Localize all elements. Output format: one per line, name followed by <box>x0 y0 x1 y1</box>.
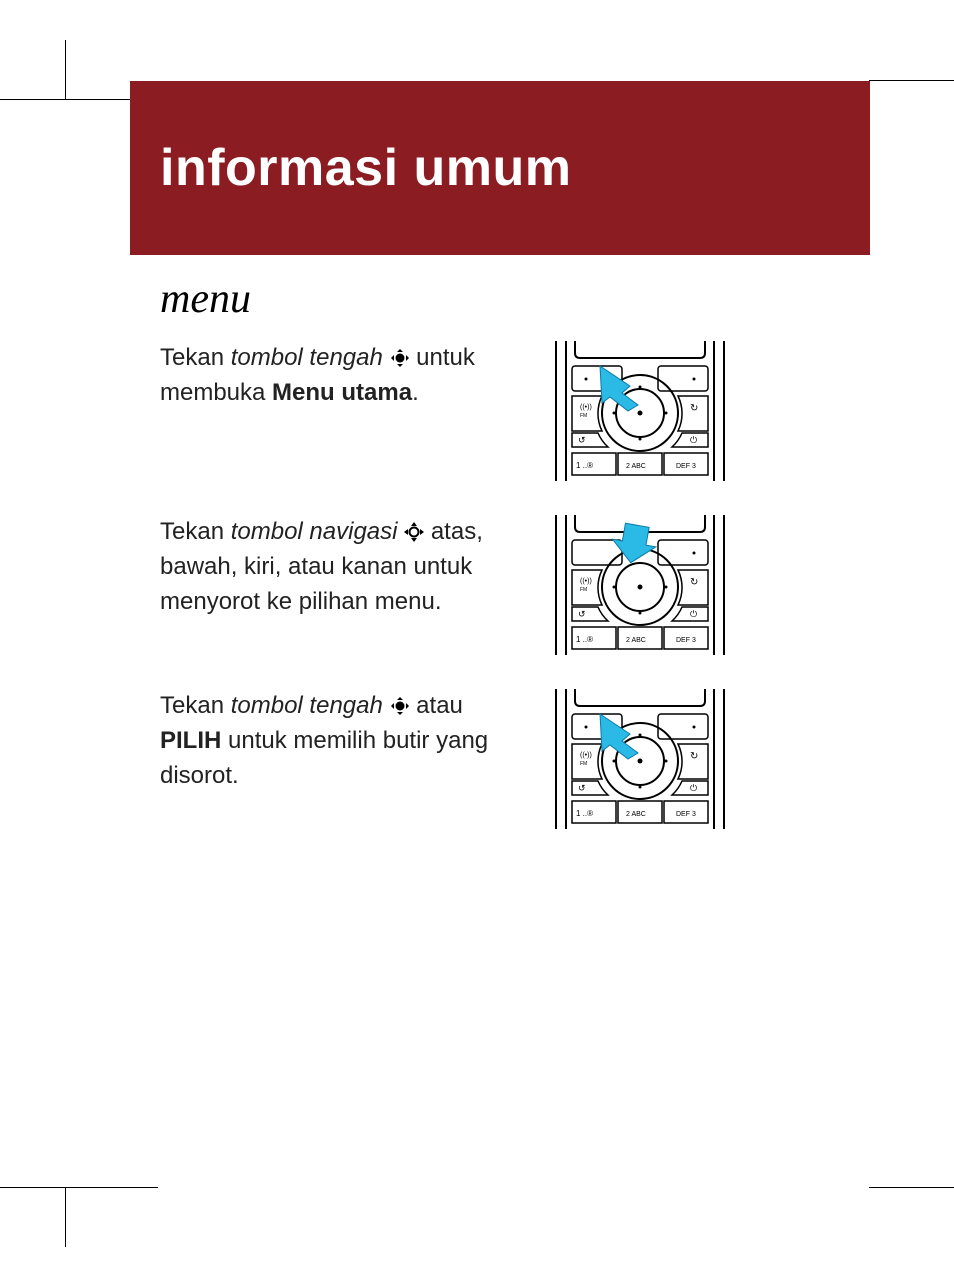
text: Tekan <box>160 344 231 371</box>
text: . <box>412 379 419 406</box>
button-name: tombol navigasi <box>231 518 398 545</box>
svg-text:⏻: ⏻ <box>690 609 697 619</box>
fm-label: FM <box>580 413 587 419</box>
svg-text:2 ABC: 2 ABC <box>626 811 646 818</box>
instruction-row: Tekan tombol navigasi atas, bawah, kiri,… <box>160 515 840 655</box>
key-1: 1 ..® <box>576 461 593 470</box>
svg-text:⏻: ⏻ <box>690 435 697 445</box>
svg-text:1 ..®: 1 ..® <box>576 809 593 818</box>
crop-mark <box>0 1187 158 1188</box>
crop-mark <box>869 80 954 81</box>
svg-text:FM: FM <box>580 587 587 593</box>
svg-text:↺: ↺ <box>578 609 586 619</box>
phone-figure: ((•)) FM ↻ ↺ ⏻ 1 ..® 2 ABC DEF 3 <box>550 341 730 481</box>
svg-text:2 ABC: 2 ABC <box>626 637 646 644</box>
svg-text:1 ..®: 1 ..® <box>576 635 593 644</box>
key-2: 2 ABC <box>626 463 646 470</box>
text: Tekan <box>160 692 231 719</box>
svg-text:((•)): ((•)) <box>580 752 592 759</box>
svg-text:↻: ↻ <box>690 751 698 762</box>
instruction-text: Tekan tombol tengah untuk membuka Menu u… <box>160 341 520 481</box>
svg-text:↺: ↺ <box>578 435 586 445</box>
svg-text:↻: ↻ <box>690 577 698 588</box>
text: atau <box>416 692 463 719</box>
svg-text:⏻: ⏻ <box>690 783 697 793</box>
svg-text:↻: ↻ <box>690 403 698 414</box>
menu-name: Menu utama <box>272 379 412 406</box>
svg-text:((•)): ((•)) <box>580 578 592 585</box>
center-key-icon <box>390 344 410 364</box>
fm-label: ((•)) <box>580 404 592 411</box>
instruction-row: Tekan tombol tengah atau PILIH untuk mem… <box>160 689 840 829</box>
softkey-name: PILIH <box>160 727 221 754</box>
page-title: informasi umum <box>160 138 572 198</box>
button-name: tombol tengah <box>231 344 383 371</box>
instruction-row: Tekan tombol tengah untuk membuka Menu u… <box>160 341 840 481</box>
text: Tekan <box>160 518 231 545</box>
button-name: tombol tengah <box>231 692 383 719</box>
phone-figure: ((•)) FM ↻ ↺ ⏻ 1 ..® 2 ABC DEF 3 <box>550 515 730 655</box>
instruction-text: Tekan tombol tengah atau PILIH untuk mem… <box>160 689 520 829</box>
page-header: informasi umum <box>130 81 870 255</box>
svg-text:DEF 3: DEF 3 <box>676 811 696 818</box>
svg-text:DEF 3: DEF 3 <box>676 637 696 644</box>
svg-text:↺: ↺ <box>578 783 586 793</box>
phone-figure: ((•)) FM ↻ ↺ ⏻ 1 ..® 2 ABC DEF 3 <box>550 689 730 829</box>
crop-mark <box>869 1187 954 1188</box>
center-key-icon <box>390 692 410 712</box>
nav-key-icon <box>404 518 424 538</box>
key-3: DEF 3 <box>676 463 696 470</box>
svg-text:FM: FM <box>580 761 587 767</box>
instruction-text: Tekan tombol navigasi atas, bawah, kiri,… <box>160 515 520 655</box>
content-area: menu Tekan tombol tengah untuk membuka M… <box>160 275 840 863</box>
section-title: menu <box>160 275 840 323</box>
